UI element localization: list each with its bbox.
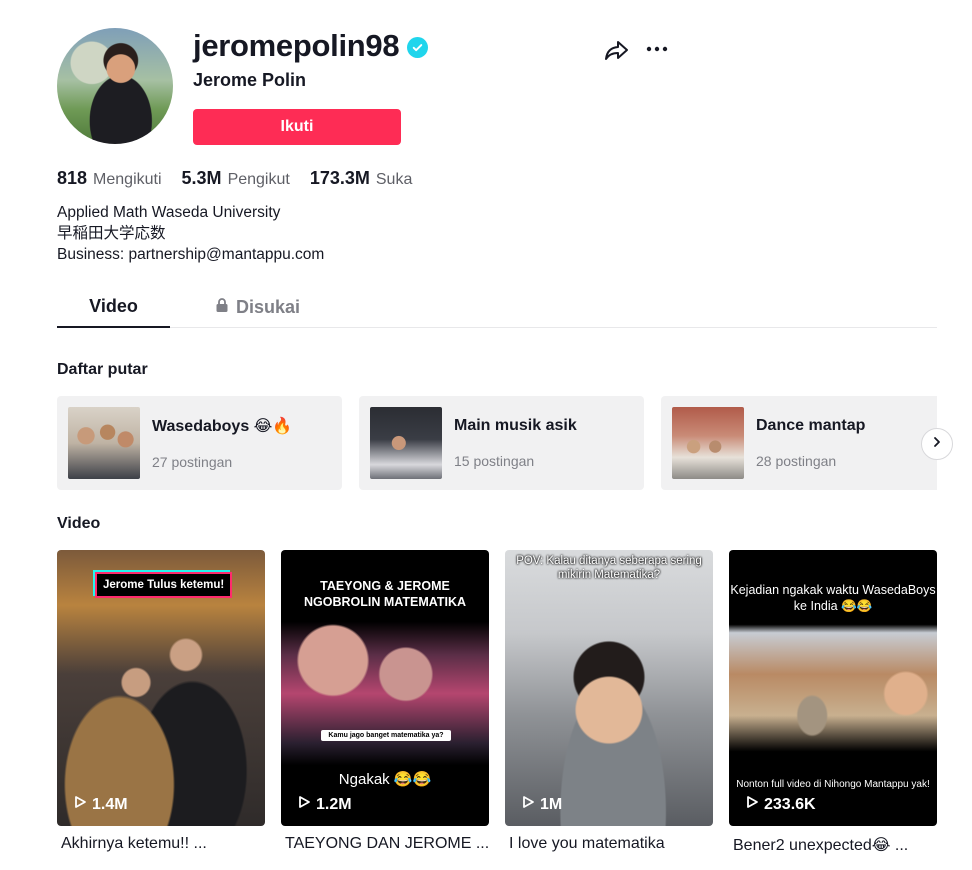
video-overlay-bottom: Ngakak 😂😂	[338, 771, 432, 788]
video-overlay-text: TAEYONG & JEROME NGOBROLIN MATEMATIKA	[303, 579, 467, 609]
share-icon[interactable]	[604, 37, 630, 63]
video-card[interactable]: Kejadian ngakak waktu WasedaBoys ke Indi…	[729, 550, 937, 855]
play-icon	[745, 795, 759, 814]
playlist-thumbnail	[68, 407, 140, 479]
video-overlay-text: Jerome Tulus ketemu!	[95, 572, 233, 598]
tab-video[interactable]: Video	[57, 286, 170, 328]
view-count-value: 233.6K	[764, 795, 816, 813]
video-thumbnail[interactable]: Kejadian ngakak waktu WasedaBoys ke Indi…	[729, 550, 937, 826]
video-thumbnail[interactable]: POV: Kalau ditanya seberapa sering mikir…	[505, 550, 713, 826]
playlist-count: 27 postingan	[152, 454, 233, 470]
tab-liked[interactable]: Disukai	[170, 286, 344, 328]
view-count-value: 1.2M	[316, 795, 352, 813]
view-count: 1.4M	[73, 795, 128, 814]
video-title[interactable]: I love you matematika	[505, 835, 713, 853]
nickname: Jerome Polin	[193, 70, 307, 90]
playlist-next-button[interactable]	[921, 428, 953, 460]
bio-line: Business: partnership@mantappu.com	[57, 246, 325, 263]
video-title[interactable]: Akhirnya ketemu!! ...	[57, 835, 265, 853]
video-grid: Jerome Tulus ketemu! 1.4M Akhirnya ketem…	[57, 550, 937, 855]
view-count: 233.6K	[745, 795, 816, 814]
view-count: 1.2M	[297, 795, 352, 814]
video-thumbnail[interactable]: TAEYONG & JEROME NGOBROLIN MATEMATIKA Ka…	[281, 550, 489, 826]
play-icon	[297, 795, 311, 814]
stat-label: Pengikut	[227, 171, 290, 188]
stat-likes: 173.3M Suka	[310, 168, 413, 189]
avatar[interactable]	[57, 28, 173, 144]
profile-stats: 818 Mengikuti 5.3M Pengikut 173.3M Suka	[57, 168, 412, 189]
playlist-title: Dance mantap	[756, 417, 866, 434]
play-icon	[521, 795, 535, 814]
stat-value: 818	[57, 168, 88, 188]
playlists-heading: Daftar putar	[57, 361, 148, 378]
lock-icon	[214, 297, 230, 318]
verified-badge-icon	[407, 36, 429, 58]
playlist-count: 28 postingan	[756, 453, 837, 469]
username-row: jeromepolin98	[193, 28, 429, 64]
playlists-row: Wasedaboys 😂🔥 27 postingan Main musik as…	[57, 396, 937, 490]
playlist-title: Wasedaboys 😂🔥	[152, 418, 293, 435]
playlist-count: 15 postingan	[454, 453, 535, 469]
stat-label: Mengikuti	[93, 171, 162, 188]
stat-following[interactable]: 818 Mengikuti	[57, 168, 162, 189]
playlist-thumbnail	[370, 407, 442, 479]
playlist-card[interactable]: Dance mantap 28 postingan	[661, 396, 937, 490]
profile-tabs: Video Disukai	[57, 286, 937, 328]
video-card[interactable]: POV: Kalau ditanya seberapa sering mikir…	[505, 550, 713, 855]
bio: Applied Math Waseda University 早稲田大学応数 B…	[57, 202, 324, 265]
video-thumbnail[interactable]: Jerome Tulus ketemu! 1.4M	[57, 550, 265, 826]
video-title[interactable]: Bener2 unexpected😂 ...	[729, 835, 937, 855]
more-options-icon[interactable]	[644, 37, 670, 63]
video-overlay-text: Kejadian ngakak waktu WasedaBoys ke Indi…	[730, 583, 936, 613]
follow-button[interactable]: Ikuti	[193, 109, 401, 145]
stat-label: Suka	[375, 171, 413, 188]
video-title[interactable]: TAEYONG DAN JEROME ...	[281, 835, 489, 853]
playlist-thumbnail	[672, 407, 744, 479]
videos-heading: Video	[57, 515, 101, 532]
stat-value: 5.3M	[181, 168, 222, 188]
video-overlay-subtitle: Kamu jago banget matematika ya?	[321, 730, 451, 741]
playlist-title: Main musik asik	[454, 417, 577, 434]
view-count: 1M	[521, 795, 562, 814]
stat-value: 173.3M	[309, 168, 370, 188]
video-card[interactable]: Jerome Tulus ketemu! 1.4M Akhirnya ketem…	[57, 550, 265, 855]
video-card[interactable]: TAEYONG & JEROME NGOBROLIN MATEMATIKA Ka…	[281, 550, 489, 855]
bio-line: 早稲田大学応数	[57, 225, 166, 242]
username: jeromepolin98	[193, 28, 400, 63]
view-count-value: 1.4M	[92, 795, 128, 813]
playlist-card[interactable]: Wasedaboys 😂🔥 27 postingan	[57, 396, 342, 490]
view-count-value: 1M	[540, 795, 563, 813]
chevron-right-icon	[931, 435, 943, 453]
tab-label: Video	[89, 295, 138, 316]
video-overlay-text: POV: Kalau ditanya seberapa sering mikir…	[516, 555, 702, 581]
stat-followers[interactable]: 5.3M Pengikut	[182, 168, 290, 189]
playlist-card[interactable]: Main musik asik 15 postingan	[359, 396, 644, 490]
play-icon	[73, 795, 87, 814]
bio-line: Applied Math Waseda University	[57, 204, 281, 221]
video-overlay-bottom: Nonton full video di Nihongo Mantappu ya…	[736, 779, 930, 790]
tab-label: Disukai	[235, 296, 301, 317]
